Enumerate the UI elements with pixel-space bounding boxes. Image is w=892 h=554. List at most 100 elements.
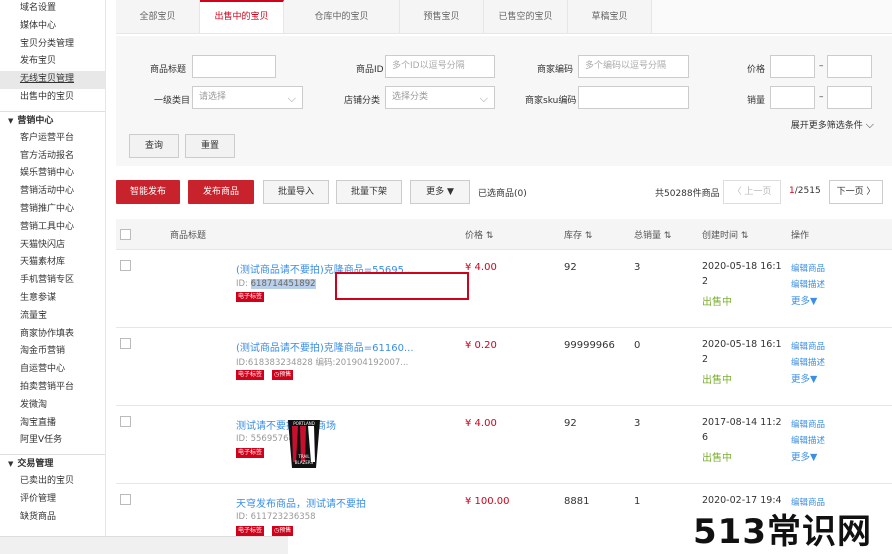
sidebar-item[interactable]: 流量宝	[0, 308, 105, 326]
sku-input[interactable]	[578, 86, 689, 109]
edit-product-link[interactable]: 编辑商品	[791, 262, 825, 274]
product-title-link[interactable]: 天穹发布商品，测试请不要拍	[236, 495, 366, 510]
sidebar: 域名设置 媒体中心 宝贝分类管理 发布宝贝 无线宝贝管理 出售中的宝贝 ▼ 营销中心 客户运…	[0, 0, 106, 554]
watermark: 513常识网	[693, 512, 872, 552]
row-checkbox[interactable]	[120, 416, 131, 427]
sidebar-item[interactable]: 手机营销专区	[0, 272, 105, 290]
tab-3[interactable]: 预售宝贝	[400, 0, 484, 34]
sidebar-item[interactable]: 淘宝直播	[0, 415, 105, 433]
caret-down-icon: ▼	[8, 116, 14, 125]
more-filters-link[interactable]: 展开更多筛选条件 ⌵	[791, 118, 874, 132]
price-dash: –	[819, 61, 824, 71]
tag-electronic: 电子标签	[236, 292, 265, 302]
sidebar-item[interactable]: 发布宝贝	[0, 53, 105, 71]
reset-button[interactable]: 重置	[185, 134, 235, 158]
stock: 92	[564, 418, 577, 429]
price-max-input[interactable]	[827, 55, 872, 78]
price: ¥ 100.00	[465, 496, 510, 507]
code-input[interactable]: 多个编码以逗号分隔	[578, 55, 689, 78]
id-input[interactable]: 多个ID以逗号分隔	[385, 55, 495, 78]
col-created[interactable]: 创建时间 ⇅	[702, 228, 748, 241]
sidebar-item[interactable]: 营销推广中心	[0, 201, 105, 219]
publish-button[interactable]: 发布商品	[188, 180, 254, 204]
query-button[interactable]: 查询	[129, 134, 179, 158]
more-ops-link[interactable]: 更多▼	[791, 293, 817, 307]
col-title: 商品标题	[170, 231, 207, 241]
sidebar-item[interactable]: 已卖出的宝贝	[0, 473, 105, 491]
price: ¥ 0.20	[465, 340, 497, 351]
sidebar-section-trade[interactable]: ▼ 交易管理	[0, 454, 105, 473]
sidebar-item[interactable]: 官方活动报名	[0, 148, 105, 166]
sidebar-item[interactable]: 评价管理	[0, 491, 105, 509]
tag-electronic: 电子标签	[236, 526, 265, 536]
col-price[interactable]: 价格 ⇅	[465, 228, 493, 241]
price: ¥ 4.00	[465, 418, 497, 429]
shop-cat-select[interactable]: 选择分类 ⌵	[385, 86, 495, 109]
batch-delist-button[interactable]: 批量下架	[336, 180, 402, 204]
sales-max-input[interactable]	[827, 86, 872, 109]
select-all-checkbox[interactable]	[120, 229, 131, 240]
filter-panel: 商品标题 商品ID 多个ID以逗号分隔 商家编码 多个编码以逗号分隔 价格 – …	[116, 36, 892, 166]
more-ops-link[interactable]: 更多▼	[791, 449, 817, 463]
tab-0[interactable]: 全部宝贝	[116, 0, 200, 34]
more-actions-button[interactable]: 更多 ▼	[410, 180, 470, 204]
sidebar-item[interactable]: 娱乐营销中心	[0, 165, 105, 183]
next-page-button[interactable]: 下一页 〉	[829, 180, 883, 204]
sidebar-item[interactable]: 自运营中心	[0, 361, 105, 379]
sidebar-item[interactable]: 客户运营平台	[0, 130, 105, 148]
sidebar-item[interactable]: 媒体中心	[0, 18, 105, 36]
edit-desc-link[interactable]: 编辑描述	[791, 356, 825, 368]
sidebar-item[interactable]: 域名设置	[0, 0, 105, 18]
sidebar-item[interactable]: 无线宝贝管理	[0, 71, 105, 89]
edit-desc-link[interactable]: 编辑描述	[791, 434, 825, 446]
price-label: 价格	[747, 65, 766, 75]
sidebar-item[interactable]: 天猫快闪店	[0, 237, 105, 255]
more-ops-link[interactable]: 更多▼	[791, 371, 817, 385]
edit-product-link[interactable]: 编辑商品	[791, 340, 825, 352]
product-title-link[interactable]: (测试商品请不要拍)克隆商品=61160...	[236, 339, 414, 354]
sidebar-item[interactable]: 缺货商品	[0, 509, 105, 527]
created-time: 2020-05-18 16:12	[702, 339, 782, 365]
category-select[interactable]: 请选择 ⌵	[192, 86, 303, 109]
sidebar-item[interactable]: 拍卖营销平台	[0, 379, 105, 397]
status-badge: 出售中	[702, 375, 732, 386]
page-indicator: 1/2515	[789, 186, 821, 196]
main-content: 全部宝贝 出售中的宝贝 仓库中的宝贝 预售宝贝 已售空的宝贝 草稿宝贝 商品标题 商品ID…	[106, 0, 892, 554]
tab-1[interactable]: 出售中的宝贝	[200, 0, 284, 34]
sidebar-section-marketing[interactable]: ▼ 营销中心	[0, 110, 105, 130]
product-thumbnail[interactable]: PORTLAND TRAIL BLAZERS	[284, 418, 324, 470]
tab-2[interactable]: 仓库中的宝贝	[284, 0, 400, 34]
sidebar-item[interactable]: 阿里V任务	[0, 432, 105, 450]
sidebar-item[interactable]: 出售中的宝贝	[0, 89, 105, 107]
col-sales[interactable]: 总销量 ⇅	[634, 228, 671, 241]
sidebar-item[interactable]: 商家协作填表	[0, 326, 105, 344]
sidebar-item[interactable]: 生意参谋	[0, 290, 105, 308]
row-checkbox[interactable]	[120, 260, 131, 271]
sidebar-item[interactable]: 营销工具中心	[0, 219, 105, 237]
title-input[interactable]	[192, 55, 276, 78]
created-time: 2017-08-14 11:26	[702, 417, 782, 443]
tag-electronic: 电子标签	[236, 370, 265, 380]
sidebar-item[interactable]: 发微淘	[0, 397, 105, 415]
sidebar-item[interactable]: 淘金币营销	[0, 343, 105, 361]
table-header: 商品标题 价格 ⇅ 库存 ⇅ 总销量 ⇅ 创建时间 ⇅ 操作	[116, 219, 892, 250]
col-stock[interactable]: 库存 ⇅	[564, 228, 592, 241]
caret-down-icon: ▼	[446, 187, 454, 197]
sidebar-item[interactable]: 营销活动中心	[0, 183, 105, 201]
row-checkbox[interactable]	[120, 338, 131, 349]
sidebar-item[interactable]: 天猫素材库	[0, 254, 105, 272]
edit-product-link[interactable]: 编辑商品	[791, 418, 825, 430]
tab-4[interactable]: 已售空的宝贝	[484, 0, 568, 34]
sales-min-input[interactable]	[770, 86, 815, 109]
stock: 8881	[564, 496, 590, 507]
tab-5[interactable]: 草稿宝贝	[568, 0, 652, 34]
smart-publish-button[interactable]: 智能发布	[116, 180, 180, 204]
sidebar-item[interactable]: 宝贝分类管理	[0, 36, 105, 54]
edit-desc-link[interactable]: 编辑描述	[791, 278, 825, 290]
tab-bar: 全部宝贝 出售中的宝贝 仓库中的宝贝 预售宝贝 已售空的宝贝 草稿宝贝	[116, 0, 892, 34]
batch-import-button[interactable]: 批量导入	[263, 180, 329, 204]
price-min-input[interactable]	[770, 55, 815, 78]
prev-page-button[interactable]: 〈 上一页	[723, 180, 781, 204]
table-row: 测试请不要拍超时商场 ID: 556957640140 电子标签 ¥ 4.00 …	[116, 406, 892, 484]
row-checkbox[interactable]	[120, 494, 131, 505]
